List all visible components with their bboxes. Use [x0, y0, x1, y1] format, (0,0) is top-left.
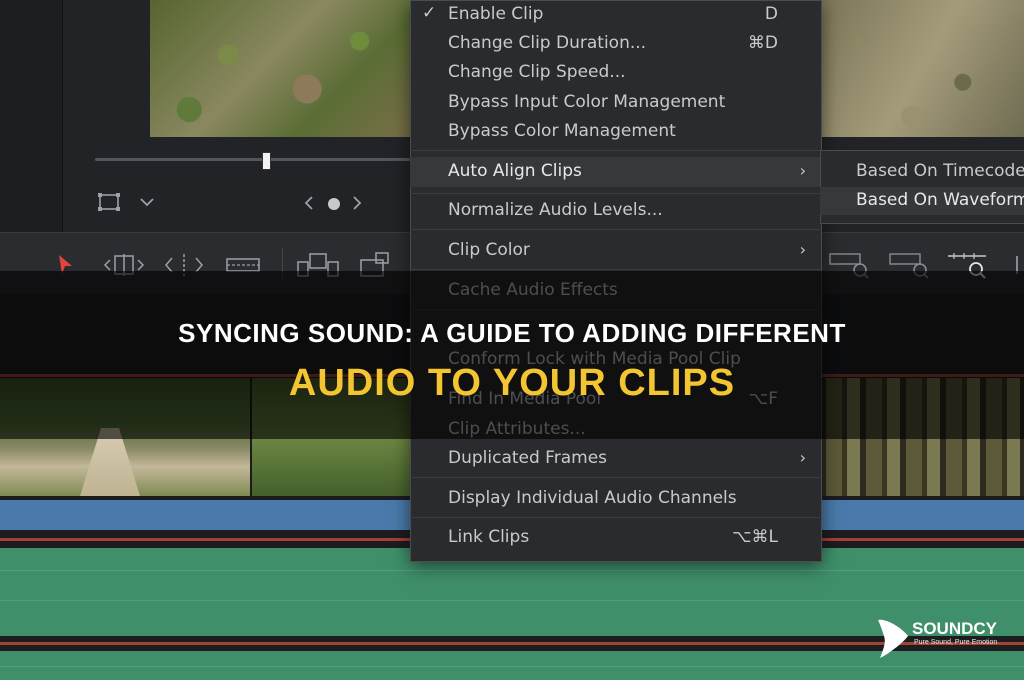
submenu-arrow-icon: ›	[799, 240, 806, 259]
menu-item-link-clips[interactable]: Link Clips ⌥⌘L	[410, 523, 820, 553]
menu-item-label: Duplicated Frames	[448, 448, 608, 468]
menu-separator	[410, 477, 820, 478]
previous-clip-icon[interactable]	[302, 194, 316, 212]
audio-clip-secondary[interactable]	[0, 548, 1024, 680]
menu-item-shortcut: ⌘D	[747, 33, 778, 53]
viewer-preview-timeline	[820, 0, 1024, 137]
menu-item-normalize-audio-levels[interactable]: Normalize Audio Levels...	[410, 196, 820, 226]
menu-item-label: Based On Timecode	[856, 161, 1024, 181]
soundcy-logo-icon	[878, 619, 908, 658]
menu-item-duplicated-frames[interactable]: Duplicated Frames ›	[410, 444, 820, 474]
menu-separator	[410, 150, 820, 151]
menu-item-enable-clip[interactable]: ✓ Enable Clip D	[410, 0, 820, 30]
menu-item-label: Clip Color	[448, 240, 530, 260]
menu-item-shortcut: D	[764, 4, 778, 24]
title-banner	[0, 271, 1024, 439]
menu-item-based-on-waveform[interactable]: Based On Waveform	[820, 187, 1024, 215]
current-clip-dot-icon[interactable]	[328, 198, 340, 210]
submenu-arrow-icon: ›	[799, 448, 806, 467]
viewer-preview-source	[150, 0, 412, 137]
menu-item-bypass-color-management[interactable]: Bypass Color Management	[410, 117, 820, 147]
banner-title-line2: AUDIO TO YOUR CLIPS	[288, 362, 736, 404]
menu-item-bypass-input-color-management[interactable]: Bypass Input Color Management	[410, 88, 820, 118]
viewer-playhead-handle[interactable]	[262, 152, 271, 170]
menu-item-based-on-timecode[interactable]: Based On Timecode	[820, 158, 1024, 186]
menu-separator	[410, 269, 820, 270]
menu-item-clip-color[interactable]: Clip Color ›	[410, 236, 820, 266]
menu-separator	[410, 193, 820, 194]
menu-item-label: Bypass Color Management	[448, 121, 676, 141]
menu-item-display-individual-audio-channels[interactable]: Display Individual Audio Channels	[410, 484, 820, 514]
menu-item-change-clip-speed[interactable]: Change Clip Speed...	[410, 58, 820, 88]
menu-item-label: Enable Clip	[448, 4, 544, 24]
menu-item-label: Link Clips	[448, 527, 530, 547]
chevron-down-icon[interactable]	[138, 194, 156, 210]
menu-item-label: Auto Align Clips	[448, 161, 582, 181]
menu-separator	[410, 517, 820, 518]
menu-item-label: Display Individual Audio Channels	[448, 488, 737, 508]
menu-item-label: Bypass Input Color Management	[448, 92, 726, 112]
menu-item-auto-align-clips[interactable]: Auto Align Clips ›	[410, 157, 820, 187]
checkmark-icon: ✓	[422, 3, 437, 23]
menu-item-change-clip-duration[interactable]: Change Clip Duration... ⌘D	[410, 29, 820, 59]
menu-item-label: Based On Waveform	[856, 190, 1024, 210]
left-panel	[0, 0, 63, 232]
logo-name: SOUNDCY	[912, 619, 998, 638]
menu-item-label: Change Clip Duration...	[448, 33, 647, 53]
menu-separator	[410, 229, 820, 230]
menu-item-label: Change Clip Speed...	[448, 62, 626, 82]
submenu-arrow-icon: ›	[799, 161, 806, 180]
menu-item-shortcut: ⌥⌘L	[731, 527, 778, 547]
transform-icon[interactable]	[96, 192, 122, 212]
menu-item-label: Normalize Audio Levels...	[448, 200, 663, 220]
logo-tagline: Pure Sound, Pure Emotion	[914, 639, 998, 646]
viewer-scrub-bar[interactable]	[95, 158, 415, 161]
next-clip-icon[interactable]	[350, 194, 364, 212]
banner-title-line1: SYNCING SOUND: A GUIDE TO ADDING DIFFERE…	[178, 318, 846, 348]
